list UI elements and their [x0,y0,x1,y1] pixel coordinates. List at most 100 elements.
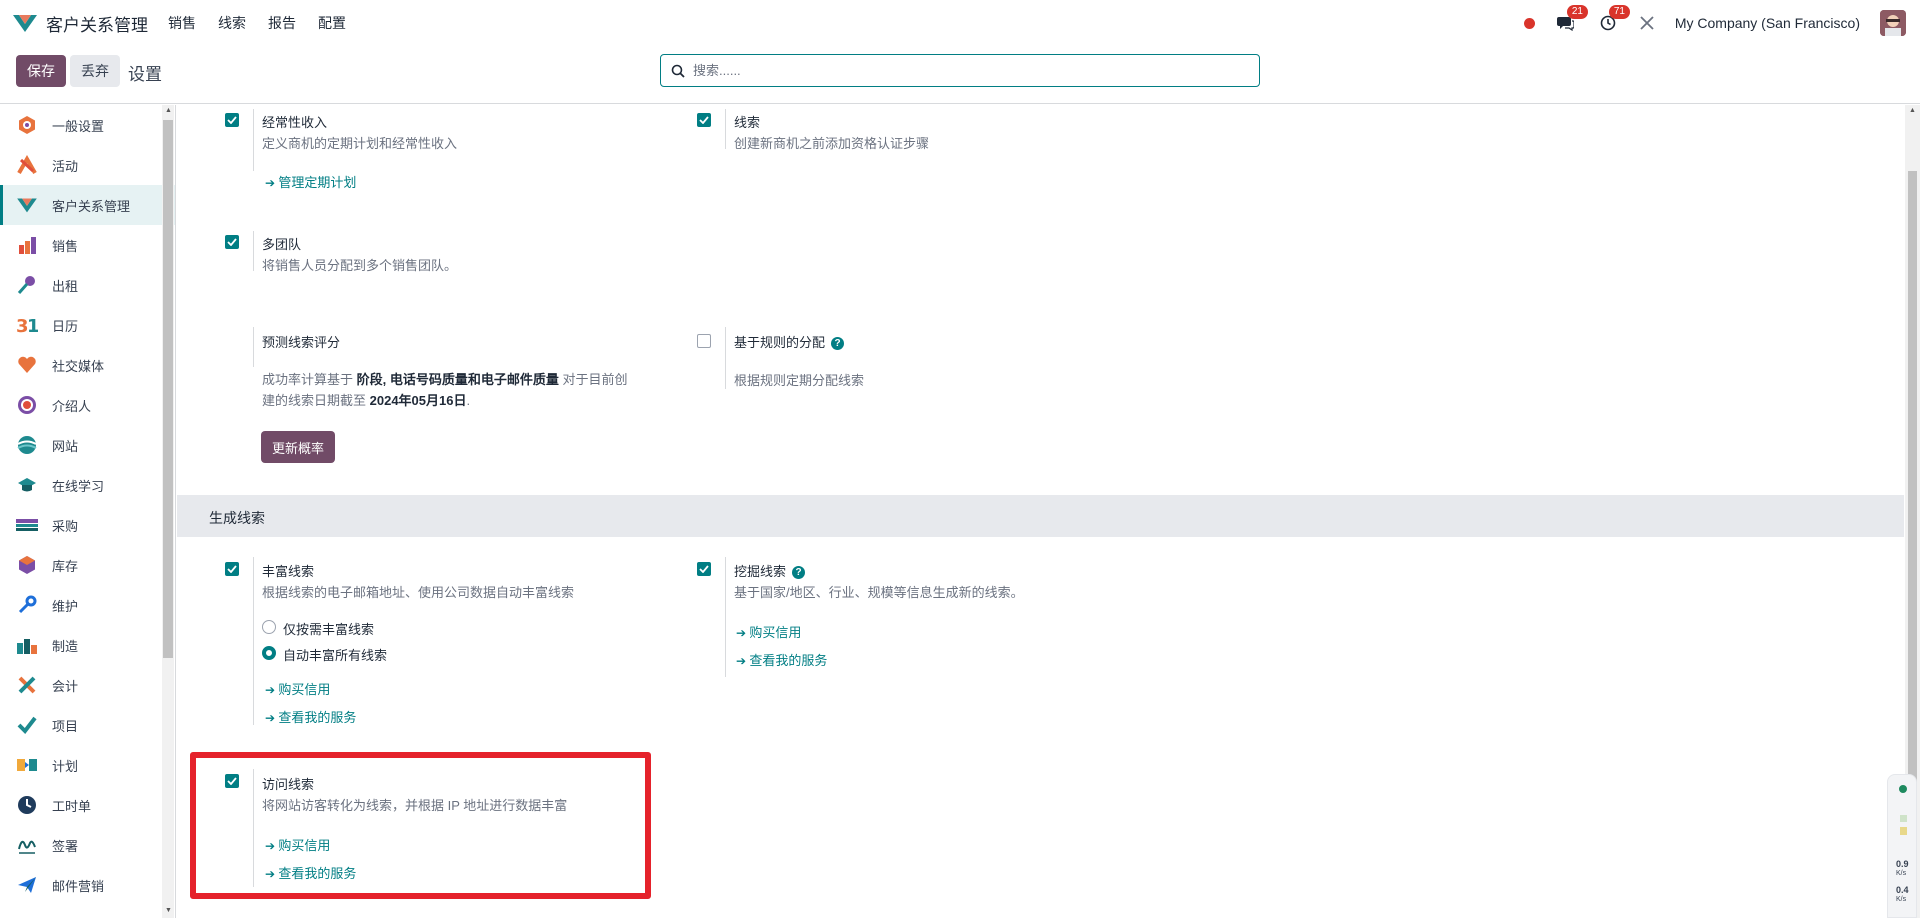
sidebar-scroll-thumb[interactable] [163,120,173,658]
enrich-checkbox[interactable] [225,562,239,576]
menu-reports[interactable]: 报告 [268,13,296,33]
sidebar-item-social[interactable]: 社交媒体 [0,345,175,385]
scroll-up-arrow-icon[interactable]: ▲ [1909,107,1916,114]
sidebar-item-general[interactable]: 一般设置 [0,105,175,145]
calendar-icon: 31 [16,314,38,336]
rule-based-title: 基于规则的分配? [734,332,845,351]
svg-text:1: 1 [27,316,38,335]
enrich-view-services-link[interactable]: 查看我的服务 [265,707,356,726]
scroll-up-arrow-icon[interactable]: ▲ [165,107,172,114]
menu-leads[interactable]: 线索 [218,13,246,33]
project-icon [16,714,38,736]
activity-count-badge: 71 [1608,5,1630,19]
email-marketing-icon [16,874,38,896]
help-icon[interactable]: ? [831,337,845,351]
sidebar-item-label: 制造 [52,638,79,654]
visits-buy-credits-link[interactable]: 购买信用 [265,835,330,854]
sidebar-item-email-marketing[interactable]: 邮件营销 [0,865,175,905]
visits-desc: 将网站访客转化为线索，并根据 IP 地址进行数据丰富 [262,798,568,813]
mine-title: 挖掘线索? [734,561,806,580]
recurring-checkbox[interactable] [225,113,239,127]
enrich-auto-radio[interactable] [262,646,276,660]
company-switcher[interactable]: My Company (San Francisco) [1675,15,1860,31]
inventory-icon [16,554,38,576]
top-navbar: 客户关系管理 销售 线索 报告 配置 21 71 My Company (San… [0,0,1920,46]
main-scroll-thumb[interactable] [1908,171,1917,879]
search-box[interactable] [660,54,1260,87]
help-icon[interactable]: ? [792,566,806,580]
user-avatar[interactable] [1880,10,1906,36]
sidebar-item-referral[interactable]: 介绍人 [0,385,175,425]
network-meter: 0.9 K/s 0.4 K/s [1887,774,1917,918]
activity-icon [16,154,38,176]
update-probabilities-button[interactable]: 更新概率 [261,431,336,463]
sidebar-item-purchase[interactable]: 采购 [0,505,175,545]
sidebar-item-label: 签署 [52,838,79,854]
sidebar-item-rental[interactable]: 出租 [0,265,175,305]
sidebar-item-maintenance[interactable]: 维护 [0,585,175,625]
sidebar-item-label: 介绍人 [52,398,92,414]
sidebar-item-elearning[interactable]: 在线学习 [0,465,175,505]
sidebar-item-label: 邮件营销 [52,878,105,894]
mine-checkbox[interactable] [697,562,711,576]
sidebar-item-planning[interactable]: 计划 [0,745,175,785]
user-avatar-icon [1880,10,1906,36]
divider [253,769,254,887]
scroll-down-arrow-icon[interactable]: ▼ [165,907,172,914]
menu-config[interactable]: 配置 [318,13,346,33]
sidebar-item-calendar[interactable]: 31 日历 [0,305,175,345]
sidebar-item-crm[interactable]: 客户关系管理 [0,185,175,225]
sidebar-item-label: 出租 [52,278,79,294]
enrich-on-demand-radio[interactable] [262,620,276,634]
sidebar-scrollbar[interactable]: ▲ ▼ [162,105,174,918]
discard-button[interactable]: 丢弃 [70,55,120,87]
referral-icon [16,394,38,416]
divider [253,231,254,271]
search-input[interactable] [693,63,1233,78]
visits-view-services-link[interactable]: 查看我的服务 [265,863,356,882]
tools-icon[interactable] [1639,15,1655,31]
check-icon [699,116,709,124]
sidebar-item-website[interactable]: 网站 [0,425,175,465]
rule-based-desc: 根据规则定期分配线索 [734,373,865,388]
leads-checkbox[interactable] [697,113,711,127]
sidebar-item-label: 社交媒体 [52,358,105,374]
sidebar-item-label: 网站 [52,438,79,454]
visits-checkbox[interactable] [225,774,239,788]
rental-icon [16,274,38,296]
recurring-desc: 定义商机的定期计划和经常性收入 [262,136,458,151]
activity-button[interactable]: 71 [1597,5,1630,34]
sidebar-item-project[interactable]: 项目 [0,705,175,745]
meter-bar-icon [1900,815,1907,822]
download-speed: 0.4 [1896,885,1909,895]
recurring-title: 经常性收入 [262,115,328,130]
sidebar-item-inventory[interactable]: 库存 [0,545,175,585]
sidebar-item-label: 在线学习 [52,478,105,494]
settings-icon [16,114,38,136]
sidebar-item-accounting[interactable]: 会计 [0,665,175,705]
mine-desc: 基于国家/地区、行业、规模等信息生成新的线索。 [734,585,1024,600]
rule-based-checkbox[interactable] [697,334,711,348]
enrich-buy-credits-link[interactable]: 购买信用 [265,679,330,698]
status-dot-icon[interactable] [1523,17,1535,29]
mine-view-services-link[interactable]: 查看我的服务 [736,650,827,669]
social-icon [16,354,38,376]
sidebar-item-label: 维护 [52,598,79,614]
chat-button[interactable]: 21 [1555,5,1588,34]
rule-based-title-text: 基于规则的分配 [734,335,826,350]
sidebar-item-activity[interactable]: 活动 [0,145,175,185]
enrich-auto-label: 自动丰富所有线索 [283,648,388,663]
predictive-desc-text: 成功率计算基于 [262,372,357,387]
mine-buy-credits-link[interactable]: 购买信用 [736,622,801,641]
sidebar-item-timesheet[interactable]: 工时单 [0,785,175,825]
sidebar-item-sales[interactable]: 销售 [0,225,175,265]
save-button[interactable]: 保存 [16,55,66,87]
sidebar-item-manufacturing[interactable]: 制造 [0,625,175,665]
settings-content: 经常性收入 定义商机的定期计划和经常性收入 管理定期计划 线索 创建新商机之前添… [177,105,1904,918]
check-icon [699,565,709,573]
sidebar-item-sign[interactable]: 签署 [0,825,175,865]
menu-sales[interactable]: 销售 [168,13,196,33]
app-brand[interactable]: 客户关系管理 [12,11,148,36]
multi-team-checkbox[interactable] [225,235,239,249]
manage-recurring-link[interactable]: 管理定期计划 [265,172,356,191]
